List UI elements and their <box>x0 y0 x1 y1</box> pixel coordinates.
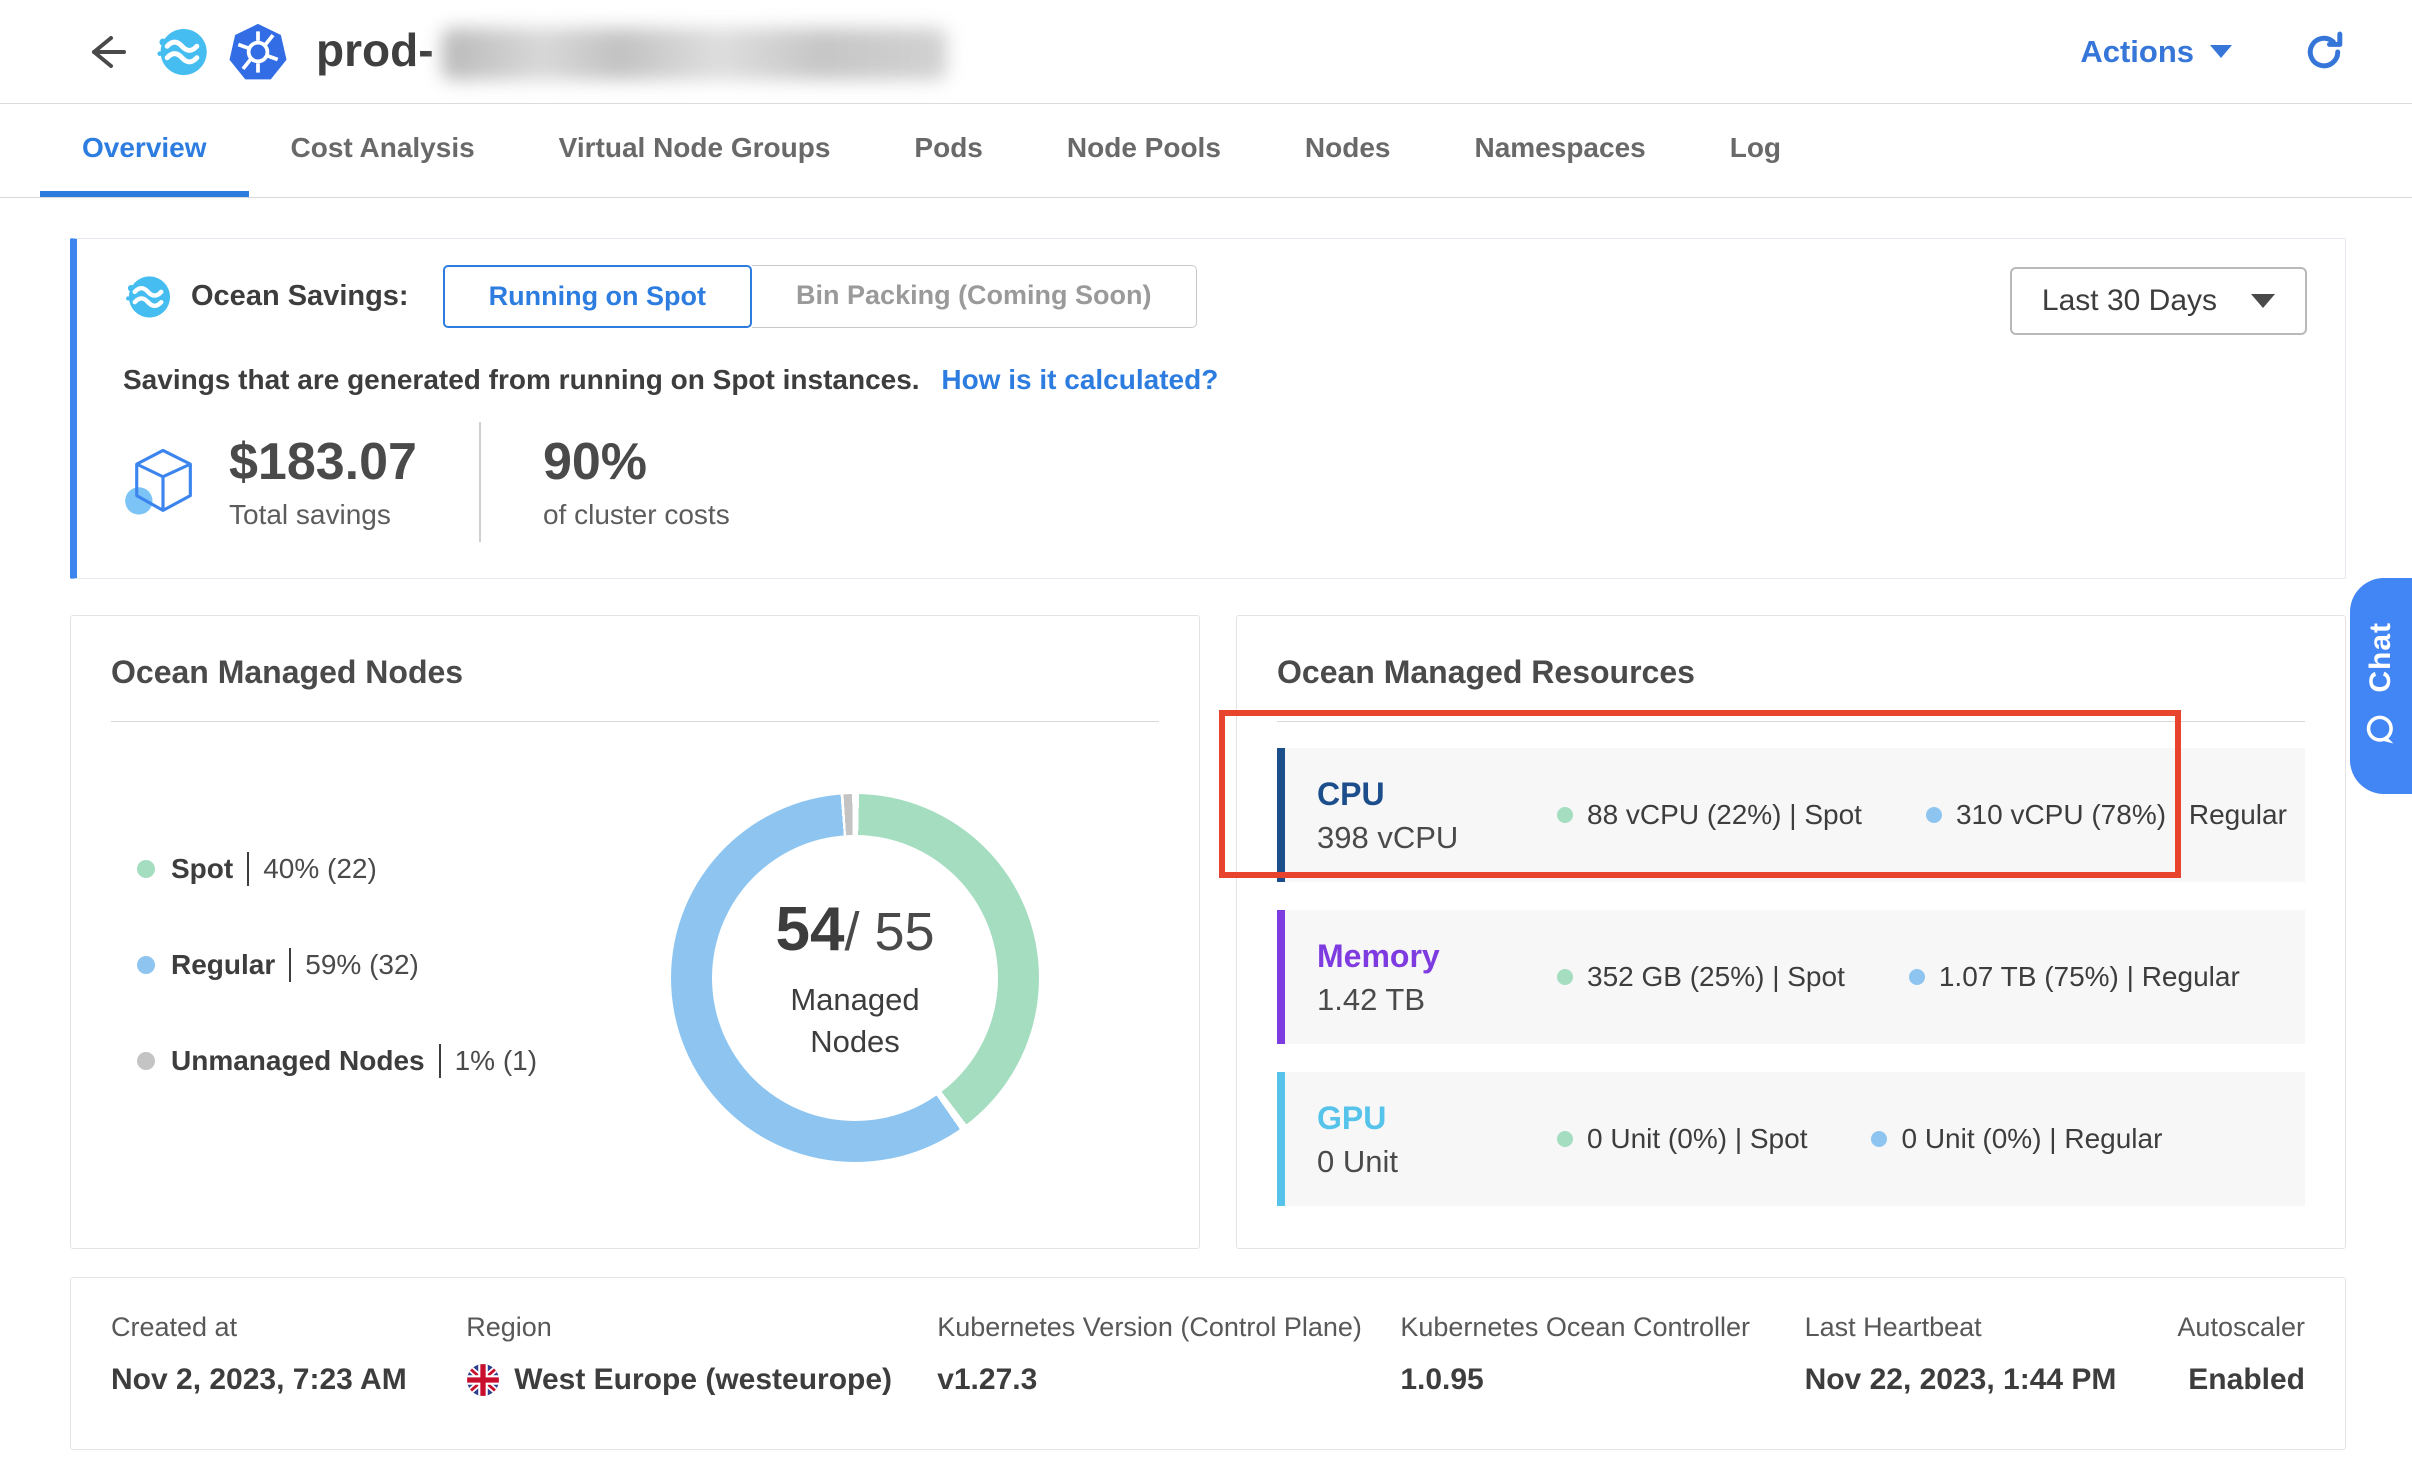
legend-item-spot: Spot 40% (22) <box>137 852 537 886</box>
chat-button[interactable]: Chat <box>2350 578 2412 794</box>
gpu-regular-stat: 0 Unit (0%) | Regular <box>1871 1123 2162 1155</box>
bin-packing-toggle[interactable]: Bin Packing (Coming Soon) <box>752 265 1197 328</box>
cluster-costs-stat: 90% of cluster costs <box>543 433 730 531</box>
managed-nodes-donut-chart: 54/ 55 Managed Nodes <box>671 794 1039 1162</box>
ocean-savings-label: Ocean Savings: <box>123 272 409 322</box>
chat-label: Chat <box>2364 622 2398 693</box>
spot-dot-icon <box>1557 969 1573 985</box>
regular-dot-icon <box>1909 969 1925 985</box>
header-actions: Actions <box>2080 30 2346 74</box>
cpu-label: CPU <box>1317 774 1557 816</box>
savings-description: Savings that are generated from running … <box>123 364 920 395</box>
resource-row-gpu: GPU 0 Unit 0 Unit (0%) | Spot 0 Unit (0%… <box>1277 1072 2305 1206</box>
cluster-name-prefix: prod- <box>316 24 434 76</box>
gpu-label: GPU <box>1317 1098 1557 1140</box>
memory-label: Memory <box>1317 936 1557 978</box>
back-arrow-icon[interactable] <box>84 30 128 74</box>
gpu-spot-stat: 0 Unit (0%) | Spot <box>1557 1123 1807 1155</box>
tab-namespaces[interactable]: Namespaces <box>1432 104 1687 197</box>
period-dropdown-value: Last 30 Days <box>2042 284 2217 318</box>
resource-row-cpu: CPU 398 vCPU 88 vCPU (22%) | Spot 310 vC… <box>1277 748 2305 882</box>
actions-label: Actions <box>2080 34 2194 70</box>
tab-bar: Overview Cost Analysis Virtual Node Grou… <box>0 104 2412 198</box>
footer-region: Region West Europe (westeurope) <box>466 1312 937 1397</box>
tab-pods[interactable]: Pods <box>872 104 1024 197</box>
managed-nodes-title: Ocean Managed Nodes <box>111 654 1159 691</box>
memory-regular-stat: 1.07 TB (75%) | Regular <box>1909 961 2240 993</box>
total-savings-value: $183.07 <box>229 433 417 493</box>
memory-total: 1.42 TB <box>1317 982 1557 1018</box>
cluster-costs-caption: of cluster costs <box>543 499 730 531</box>
legend-item-unmanaged: Unmanaged Nodes 1% (1) <box>137 1044 537 1078</box>
footer-autoscaler: Autoscaler Enabled <box>2177 1312 2305 1397</box>
gpu-accent-bar <box>1277 1072 1285 1206</box>
managed-nodes-caption: Managed Nodes <box>755 979 955 1063</box>
divider <box>479 422 481 542</box>
regular-dot-icon <box>137 956 155 974</box>
total-savings-stat: $183.07 Total savings <box>229 433 417 531</box>
header: prod- Actions <box>0 0 2412 104</box>
spot-dot-icon <box>137 860 155 878</box>
period-dropdown[interactable]: Last 30 Days <box>2010 267 2307 335</box>
page-title: prod- <box>316 23 947 80</box>
cluster-name-redacted <box>442 28 947 80</box>
chat-bubble-icon <box>2362 712 2400 750</box>
footer-created-at: Created at Nov 2, 2023, 7:23 AM <box>111 1312 466 1397</box>
regular-dot-icon <box>1926 807 1942 823</box>
ocean-logo-icon <box>154 24 210 80</box>
divider <box>289 948 291 982</box>
spot-dot-icon <box>1557 807 1573 823</box>
ocean-managed-resources-card: Ocean Managed Resources CPU 398 vCPU 88 … <box>1236 615 2346 1249</box>
tab-virtual-node-groups[interactable]: Virtual Node Groups <box>517 104 873 197</box>
total-savings-caption: Total savings <box>229 499 417 531</box>
spot-dot-icon <box>1557 1131 1573 1147</box>
uk-flag-icon <box>466 1363 500 1397</box>
cluster-costs-value: 90% <box>543 433 730 493</box>
legend-item-regular: Regular 59% (32) <box>137 948 537 982</box>
divider <box>111 721 1159 722</box>
savings-toggle: Running on Spot Bin Packing (Coming Soon… <box>443 265 1197 328</box>
nodes-legend: Spot 40% (22) Regular 59% (32) Unmanaged… <box>137 852 537 1162</box>
tab-overview[interactable]: Overview <box>40 104 249 197</box>
divider <box>247 852 249 886</box>
managed-resources-title: Ocean Managed Resources <box>1277 654 2305 691</box>
cpu-accent-bar <box>1277 748 1285 882</box>
footer-ocean-controller: Kubernetes Ocean Controller 1.0.95 <box>1400 1312 1804 1397</box>
unmanaged-dot-icon <box>137 1052 155 1070</box>
actions-button[interactable]: Actions <box>2080 34 2232 70</box>
gpu-total: 0 Unit <box>1317 1144 1557 1180</box>
tab-node-pools[interactable]: Node Pools <box>1025 104 1263 197</box>
tab-nodes[interactable]: Nodes <box>1263 104 1433 197</box>
memory-spot-stat: 352 GB (25%) | Spot <box>1557 961 1845 993</box>
running-on-spot-toggle[interactable]: Running on Spot <box>443 265 752 328</box>
footer-last-heartbeat: Last Heartbeat Nov 22, 2023, 1:44 PM <box>1805 1312 2178 1397</box>
cpu-spot-stat: 88 vCPU (22%) | Spot <box>1557 799 1862 831</box>
cpu-total: 398 vCPU <box>1317 820 1557 856</box>
how-calculated-link[interactable]: How is it calculated? <box>941 364 1218 395</box>
ocean-savings-icon <box>123 272 173 322</box>
chevron-down-icon <box>2251 294 2275 308</box>
divider <box>1277 721 2305 722</box>
tab-log[interactable]: Log <box>1688 104 1823 197</box>
refresh-icon[interactable] <box>2302 30 2346 74</box>
divider <box>439 1044 441 1078</box>
kubernetes-logo-icon <box>228 22 288 82</box>
ocean-cluster-overview-page: prod- Actions Overview Cost Analysis Vir… <box>0 0 2412 1478</box>
ocean-managed-nodes-card: Ocean Managed Nodes Spot 40% (22) Regula… <box>70 615 1200 1249</box>
chevron-down-icon <box>2210 45 2232 58</box>
savings-cube-icon <box>123 441 203 523</box>
resource-row-memory: Memory 1.42 TB 352 GB (25%) | Spot 1.07 … <box>1277 910 2305 1044</box>
regular-dot-icon <box>1871 1131 1887 1147</box>
cpu-regular-stat: 310 vCPU (78%) | Regular <box>1926 799 2287 831</box>
ocean-savings-banner: Ocean Savings: Running on Spot Bin Packi… <box>70 238 2346 579</box>
donut-center: 54/ 55 Managed Nodes <box>712 835 998 1121</box>
cluster-info-footer: Created at Nov 2, 2023, 7:23 AM Region W… <box>70 1277 2346 1450</box>
footer-k8s-version: Kubernetes Version (Control Plane) v1.27… <box>937 1312 1400 1397</box>
tab-cost-analysis[interactable]: Cost Analysis <box>249 104 517 197</box>
memory-accent-bar <box>1277 910 1285 1044</box>
managed-nodes-count: 54/ 55 <box>775 894 934 965</box>
